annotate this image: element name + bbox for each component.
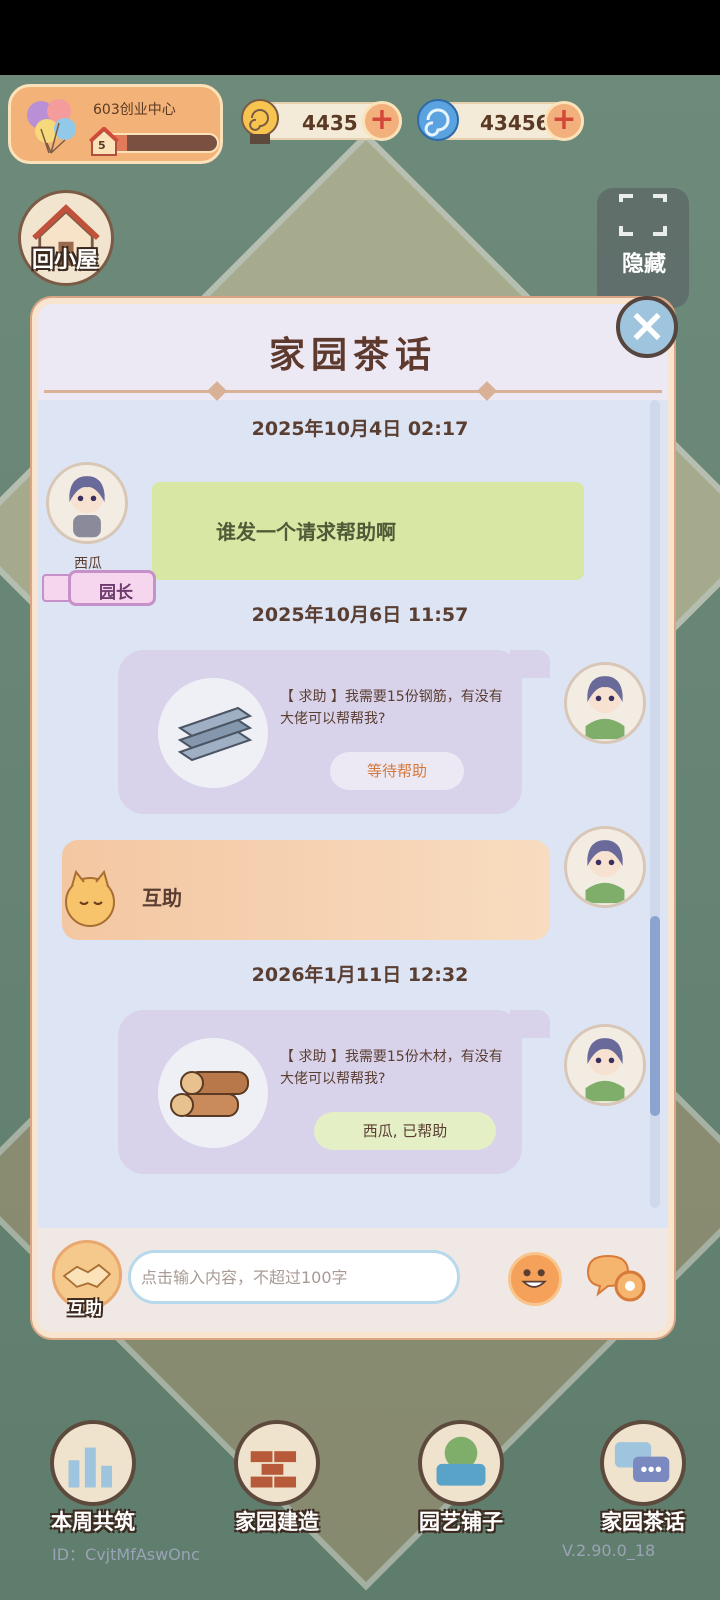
steel-beam-icon xyxy=(158,678,268,788)
gem-value: 43456 xyxy=(480,111,550,135)
avatar[interactable] xyxy=(564,1024,646,1106)
dialog-header: 家园茶话 xyxy=(38,304,668,401)
avatar-portrait-icon xyxy=(585,840,625,904)
wood-log-icon xyxy=(158,1038,268,1148)
help-status-pill[interactable]: 等待帮助 xyxy=(330,752,464,790)
add-gem-button[interactable]: + xyxy=(544,101,584,141)
help-request-card: 【 求助 】我需要15份木材，有没有大佬可以帮帮我? 西瓜, 已帮助 xyxy=(118,1010,550,1174)
avatar[interactable] xyxy=(564,826,646,908)
nav-garden-shop[interactable]: 园艺铺子 xyxy=(406,1420,516,1540)
message-timestamp: 2026年1月11日 12:32 xyxy=(251,964,469,986)
return-home-button[interactable]: 回小屋 xyxy=(18,190,118,300)
message-timestamp: 2025年10月6日 11:57 xyxy=(251,604,469,626)
sleeping-cat-icon xyxy=(65,869,115,927)
nav-garden-chat[interactable]: 家园茶话 xyxy=(588,1420,698,1540)
help-request-text: 【 求助 】我需要15份钢筋，有没有大佬可以帮帮我? xyxy=(280,689,503,727)
help-request-text: 【 求助 】我需要15份木材，有没有大佬可以帮帮我? xyxy=(280,1049,503,1087)
balloons-icon xyxy=(27,99,76,154)
avatar[interactable] xyxy=(564,662,646,744)
chat-settings-button[interactable] xyxy=(584,1252,654,1306)
nav-garden-shop-label: 园艺铺子 xyxy=(419,1510,503,1534)
nav-garden-build-label: 家园建造 xyxy=(235,1510,319,1534)
hide-ui-label: 隐藏 xyxy=(622,252,667,277)
garden-shop-icon xyxy=(418,1420,504,1506)
chat-scrollbar-thumb[interactable] xyxy=(650,916,660,1116)
emoji-button[interactable] xyxy=(508,1252,562,1306)
message-timestamp: 2025年10月4日 02:17 xyxy=(251,418,469,440)
mutual-help-text: 互助 xyxy=(142,886,182,910)
level-number: 5 xyxy=(98,139,106,152)
avatar-portrait-icon xyxy=(69,476,105,538)
divider-ornament xyxy=(477,381,497,401)
player-id: ID：CvjtMfAswOnc xyxy=(52,1545,200,1564)
brick-build-icon xyxy=(234,1420,320,1506)
dialog-title: 家园茶话 xyxy=(268,335,437,376)
snail-coin-icon xyxy=(241,99,279,144)
message-bubble: 谁发一个请求帮助啊 xyxy=(152,482,584,580)
help-status-pill[interactable]: 西瓜, 已帮助 xyxy=(314,1112,496,1150)
chat-icon xyxy=(600,1420,686,1506)
status-bar xyxy=(0,0,720,75)
add-snail-coin-button[interactable]: + xyxy=(362,101,402,141)
smiley-icon xyxy=(521,1269,547,1288)
avatar[interactable] xyxy=(46,462,128,544)
garden-name: 603创业中心 xyxy=(93,102,176,118)
header-divider xyxy=(44,390,662,393)
avatar-portrait-icon xyxy=(585,1038,625,1102)
chat-input[interactable] xyxy=(128,1250,460,1304)
garden-profile-card[interactable]: 603创业中心 5 xyxy=(8,84,223,164)
nav-garden-build[interactable]: 家园建造 xyxy=(222,1420,332,1540)
nav-garden-chat-label: 家园茶话 xyxy=(601,1510,685,1534)
return-home-label: 回小屋 xyxy=(32,248,99,273)
mutual-help-bubble: 互助 xyxy=(62,840,550,940)
nav-weekly-build-label: 本周共筑 xyxy=(51,1510,135,1534)
weekly-build-icon xyxy=(50,1420,136,1506)
avatar-portrait-icon xyxy=(585,676,625,740)
close-button[interactable]: × xyxy=(616,296,678,358)
gem-counter: 43456 + xyxy=(417,99,584,141)
chat-dialog: 家园茶话 xyxy=(32,298,674,1338)
fullscreen-icon xyxy=(619,194,667,236)
snail-coin-counter: 4435 + xyxy=(241,99,402,144)
divider-ornament xyxy=(207,381,227,401)
app-version: V.2.90.0_18 xyxy=(562,1541,656,1560)
message-text: 谁发一个请求帮助啊 xyxy=(216,520,396,544)
snail-coin-value: 4435 xyxy=(302,111,358,135)
help-request-card: 【 求助 】我需要15份钢筋，有没有大佬可以帮帮我? 等待帮助 xyxy=(118,650,550,814)
mutual-help-label: 互助 xyxy=(68,1299,102,1319)
chat-gear-icon xyxy=(586,1254,646,1302)
swirl-gem-icon xyxy=(417,99,459,141)
nav-weekly-build[interactable]: 本周共筑 xyxy=(38,1420,148,1540)
